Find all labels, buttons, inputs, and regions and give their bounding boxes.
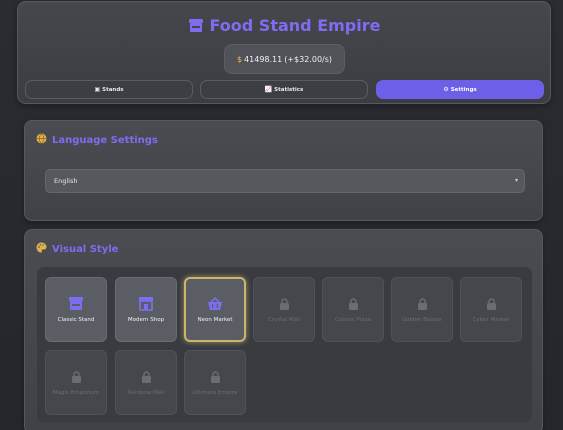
language-settings-title: Language Settings	[36, 133, 158, 147]
style-label: Classic Stand	[57, 316, 95, 323]
tab-label: Settings	[450, 86, 477, 93]
style-card-classic-stand[interactable]: Classic Stand	[45, 277, 107, 342]
style-label: Magic Emporium	[52, 389, 100, 396]
tab-settings[interactable]: ⚙ Settings	[376, 80, 544, 99]
app-title-text: Food Stand Empire	[209, 15, 381, 35]
visual-style-title: Visual Style	[36, 242, 118, 256]
style-label: Modern Shop	[127, 316, 165, 323]
tab-label: Stands	[102, 86, 124, 93]
basket-icon	[207, 296, 223, 312]
money-amount: 41498.11	[244, 54, 283, 64]
palette-icon	[36, 242, 47, 256]
chart-icon: 📈	[264, 86, 273, 93]
style-card-modern-shop[interactable]: Modern Shop	[115, 277, 177, 342]
shop-icon	[68, 296, 84, 312]
style-label: Crystal Mall	[267, 316, 301, 323]
visual-style-panel: Visual Style Classic Stand Modern Shop N…	[24, 229, 543, 430]
store-icon	[138, 296, 154, 312]
style-card-golden-bazaar[interactable]: Golden Bazaar	[391, 277, 453, 342]
language-select-value: English	[54, 177, 78, 185]
money-prefix: $	[236, 54, 243, 64]
money-rate: (+$32.00/s)	[284, 54, 333, 64]
style-card-crystal-mall[interactable]: Crystal Mall	[253, 277, 315, 342]
style-card-cyber-market[interactable]: Cyber Market	[460, 277, 522, 342]
globe-icon	[36, 133, 47, 147]
style-label: Golden Bazaar	[401, 316, 443, 323]
header-panel: Food Stand Empire $ 41498.11 (+$32.00/s)…	[17, 1, 551, 104]
style-label: Rainbow Mall	[127, 389, 165, 396]
style-label: Cyber Market	[472, 316, 510, 323]
style-card-magic-emporium[interactable]: Magic Emporium	[45, 350, 107, 415]
language-settings-panel: Language Settings English ▾	[24, 120, 543, 221]
lock-icon	[348, 296, 359, 312]
tab-label: Statistics	[274, 86, 304, 93]
tab-statistics[interactable]: 📈 Statistics	[200, 80, 368, 99]
style-card-rainbow-mall[interactable]: Rainbow Mall	[115, 350, 177, 415]
lock-icon	[279, 296, 290, 312]
lock-icon	[141, 369, 152, 385]
language-select[interactable]: English ▾	[45, 169, 525, 193]
gear-icon: ⚙	[443, 86, 449, 93]
shop-icon	[188, 18, 204, 33]
style-card-cosmic-plaza[interactable]: Cosmic Plaza	[322, 277, 384, 342]
lock-icon	[71, 369, 82, 385]
app-title: Food Stand Empire	[18, 14, 550, 36]
lock-icon	[417, 296, 428, 312]
tab-stands[interactable]: ▣ Stands	[25, 80, 193, 99]
money-display: $ 41498.11 (+$32.00/s)	[224, 44, 345, 74]
style-label: Cosmic Plaza	[334, 316, 372, 323]
lock-icon	[210, 369, 221, 385]
style-card-ultimate-empire[interactable]: Ultimate Empire	[184, 350, 246, 415]
shop-icon: ▣	[94, 86, 101, 93]
style-label: Ultimate Empire	[192, 389, 238, 396]
style-label: Neon Market	[197, 316, 233, 323]
style-grid: Classic Stand Modern Shop Neon Market Cr…	[37, 267, 532, 422]
lock-icon	[486, 296, 497, 312]
tab-bar: ▣ Stands 📈 Statistics ⚙ Settings	[25, 80, 544, 99]
style-card-neon-market[interactable]: Neon Market	[184, 277, 246, 342]
chevron-down-icon: ▾	[514, 177, 518, 184]
